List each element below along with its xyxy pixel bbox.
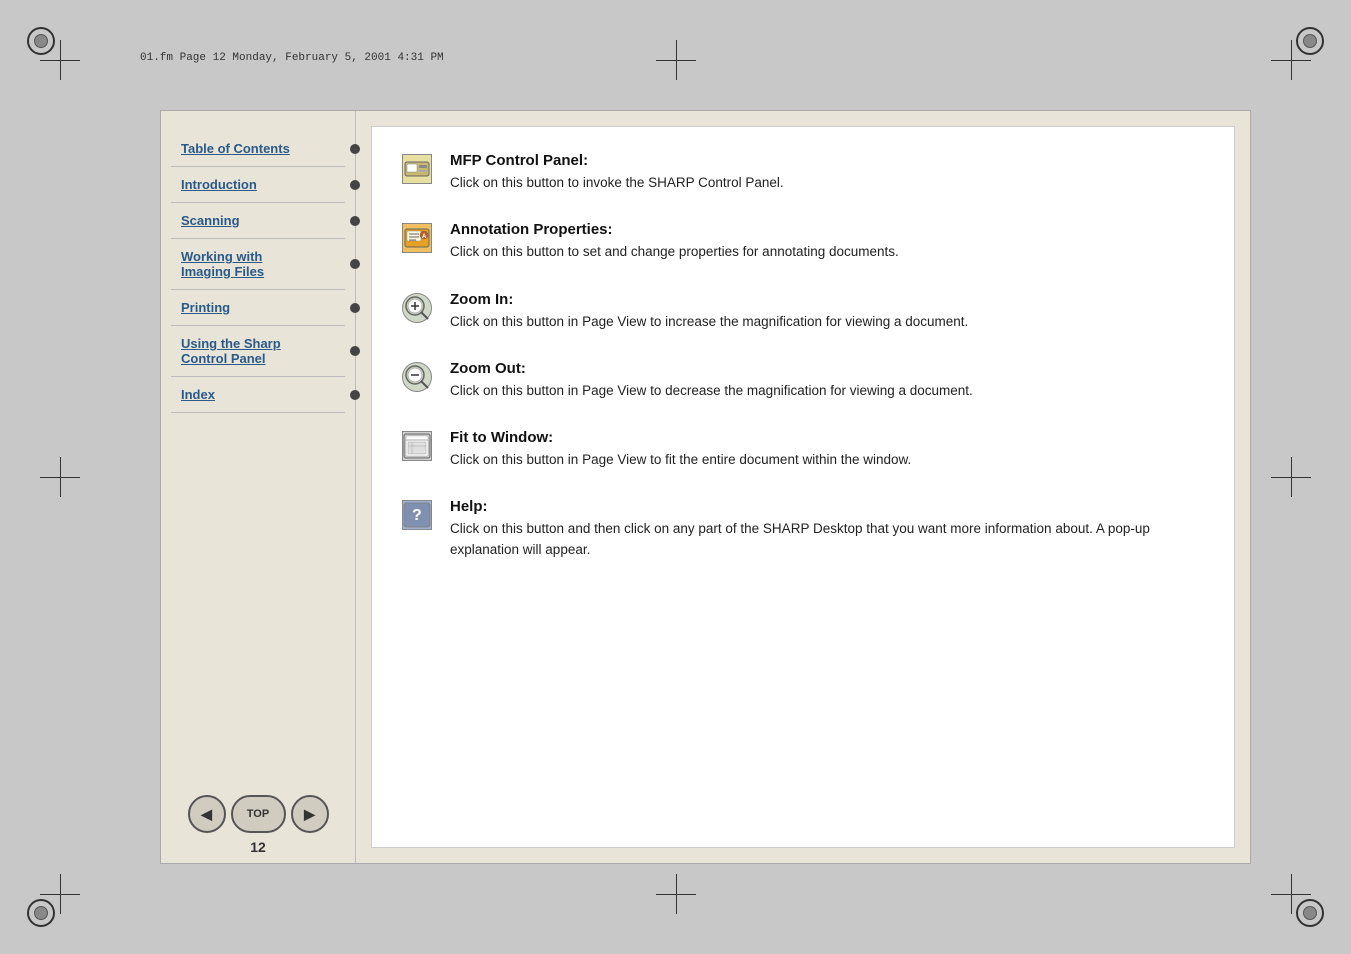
nav-dot-sharp <box>350 346 360 356</box>
sidebar: Table of Contents Introduction Scanning … <box>161 111 356 863</box>
content-desc-annotation: Click on this button to set and change p… <box>450 242 899 262</box>
zoom-in-icon <box>402 293 432 323</box>
nav-dot-imaging <box>350 259 360 269</box>
sidebar-label-working-imaging: Working with Imaging Files <box>181 249 264 279</box>
content-text-help: Help: Click on this button and then clic… <box>450 498 1204 560</box>
content-desc-zoom-in: Click on this button in Page View to inc… <box>450 312 968 332</box>
content-item-zoom-in: Zoom In: Click on this button in Page Vi… <box>402 291 1204 332</box>
crosshair-mid-right <box>1271 457 1311 497</box>
crosshair-top-mid <box>656 40 696 80</box>
sidebar-item-index[interactable]: Index <box>161 377 355 412</box>
content-panel: MFP Control Panel: Click on this button … <box>371 126 1235 848</box>
crosshair-mid-left <box>40 457 80 497</box>
content-item-annotation: A Annotation Properties: Click on this b… <box>402 221 1204 262</box>
svg-text:?: ? <box>412 507 422 524</box>
zoom-out-icon <box>402 362 432 392</box>
content-text-mfp: MFP Control Panel: Click on this button … <box>450 152 784 193</box>
annotation-icon: A <box>402 223 432 253</box>
content-title-mfp: MFP Control Panel: <box>450 152 784 169</box>
nav-dot-intro <box>350 180 360 190</box>
crosshair-bottom-mid <box>656 874 696 914</box>
content-desc-mfp: Click on this button to invoke the SHARP… <box>450 173 784 193</box>
content-text-annotation: Annotation Properties: Click on this but… <box>450 221 899 262</box>
top-button[interactable]: TOP <box>231 795 286 833</box>
filename-bar: 01.fm Page 12 Monday, February 5, 2001 4… <box>140 52 444 64</box>
circle-inner-bl <box>34 906 48 920</box>
content-item-mfp: MFP Control Panel: Click on this button … <box>402 152 1204 193</box>
sidebar-item-introduction[interactable]: Introduction <box>161 167 355 202</box>
circle-inner-tl <box>34 34 48 48</box>
sidebar-label-table-of-contents: Table of Contents <box>181 141 290 156</box>
content-desc-fit: Click on this button in Page View to fit… <box>450 450 911 470</box>
svg-text:A: A <box>422 234 427 240</box>
sidebar-label-printing: Printing <box>181 300 230 315</box>
content-item-help: ? Help: Click on this button and then cl… <box>402 498 1204 560</box>
forward-button[interactable]: ▶ <box>291 795 329 833</box>
back-button[interactable]: ◀ <box>188 795 226 833</box>
content-title-zoom-in: Zoom In: <box>450 291 968 308</box>
content-desc-help: Click on this button and then click on a… <box>450 519 1204 560</box>
content-text-fit: Fit to Window: Click on this button in P… <box>450 429 911 470</box>
fit-to-window-icon <box>402 431 432 461</box>
sidebar-item-printing[interactable]: Printing <box>161 290 355 325</box>
sidebar-item-scanning[interactable]: Scanning <box>161 203 355 238</box>
sidebar-item-sharp-control[interactable]: Using the Sharp Control Panel <box>161 326 355 376</box>
main-container: Table of Contents Introduction Scanning … <box>160 110 1251 864</box>
page-number: 12 <box>250 839 266 855</box>
content-text-zoom-out: Zoom Out: Click on this button in Page V… <box>450 360 973 401</box>
nav-buttons-container: ◀ TOP ▶ <box>161 795 355 833</box>
nav-dot-printing <box>350 303 360 313</box>
nav-dot-index <box>350 390 360 400</box>
content-title-fit: Fit to Window: <box>450 429 911 446</box>
content-item-fit: Fit to Window: Click on this button in P… <box>402 429 1204 470</box>
content-item-zoom-out: Zoom Out: Click on this button in Page V… <box>402 360 1204 401</box>
sidebar-item-table-of-contents[interactable]: Table of Contents <box>161 131 355 166</box>
content-title-zoom-out: Zoom Out: <box>450 360 973 377</box>
nav-dot-toc <box>350 144 360 154</box>
sidebar-label-sharp-control: Using the Sharp Control Panel <box>181 336 281 366</box>
nav-dot-scanning <box>350 216 360 226</box>
mfp-icon <box>402 154 432 184</box>
circle-inner-tr <box>1303 34 1317 48</box>
nav-divider-7 <box>171 412 345 413</box>
sidebar-label-scanning: Scanning <box>181 213 240 228</box>
sidebar-label-introduction: Introduction <box>181 177 257 192</box>
content-title-annotation: Annotation Properties: <box>450 221 899 238</box>
sidebar-label-index: Index <box>181 387 215 402</box>
content-text-zoom-in: Zoom In: Click on this button in Page Vi… <box>450 291 968 332</box>
content-title-help: Help: <box>450 498 1204 515</box>
circle-inner-br <box>1303 906 1317 920</box>
sidebar-item-working-imaging[interactable]: Working with Imaging Files <box>161 239 355 289</box>
content-desc-zoom-out: Click on this button in Page View to dec… <box>450 381 973 401</box>
help-icon: ? <box>402 500 432 530</box>
